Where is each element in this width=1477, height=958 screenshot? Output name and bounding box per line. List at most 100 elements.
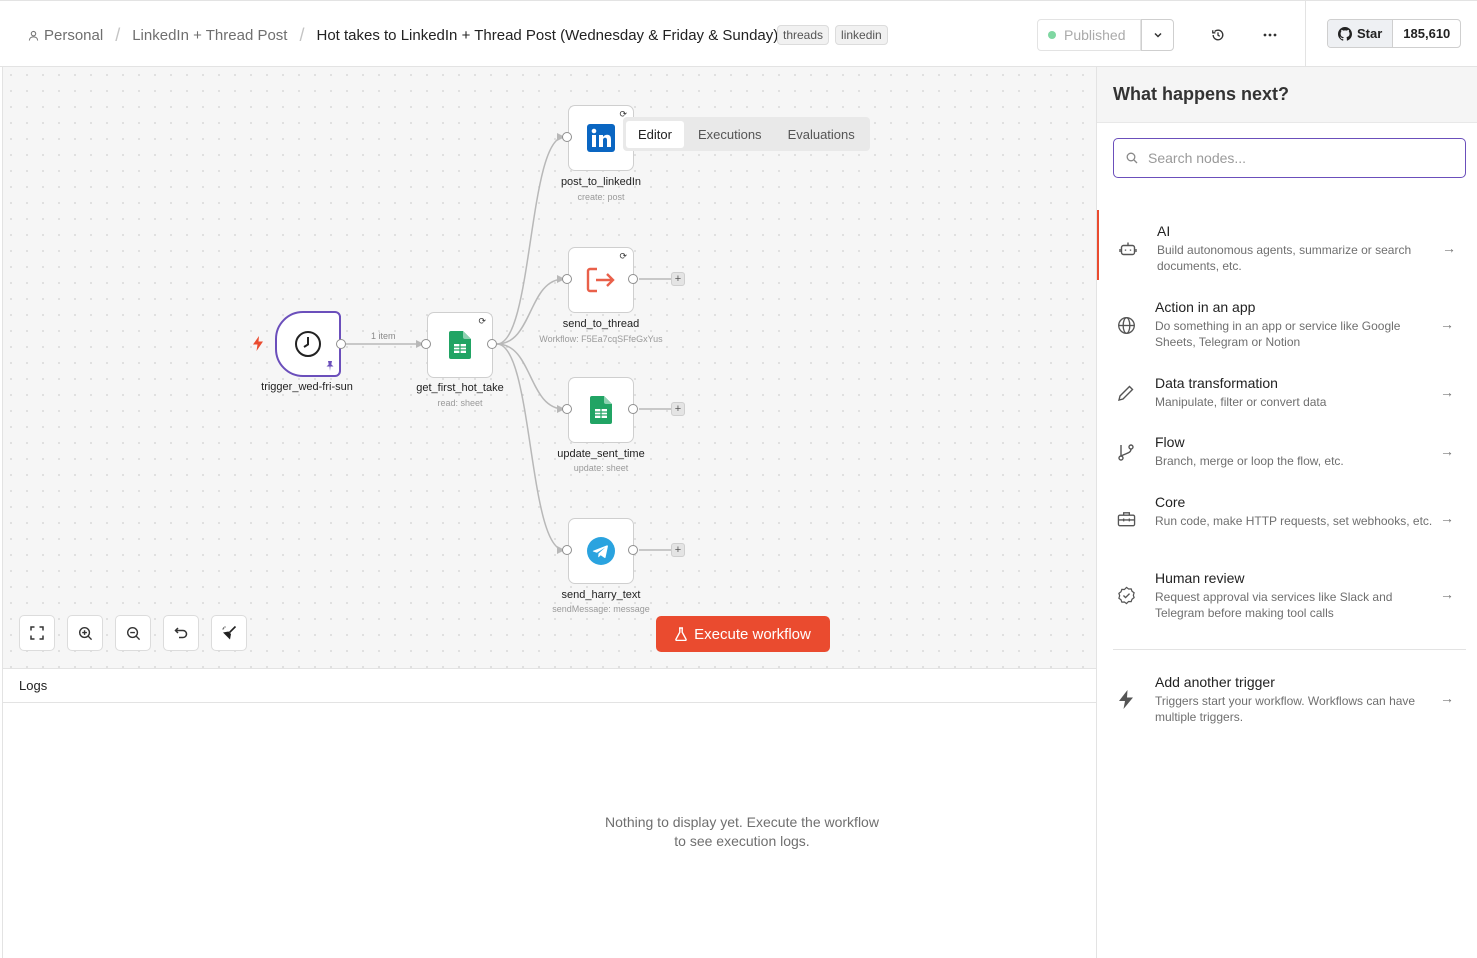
zoom-in-button[interactable]: [67, 615, 103, 651]
category-title: AI: [1157, 223, 1171, 239]
add-node-plus-button[interactable]: +: [671, 402, 685, 416]
google-sheets-icon: [590, 396, 612, 424]
refresh-icon: ⟳: [619, 251, 627, 261]
published-button[interactable]: Published: [1037, 19, 1141, 51]
category-action-in-app[interactable]: Action in an app Do something in an app …: [1097, 286, 1477, 356]
breadcrumb-personal[interactable]: Personal: [28, 27, 103, 44]
arrow-right-icon: →: [1440, 443, 1454, 459]
node-get-first-hot-take[interactable]: ⟳: [427, 312, 493, 378]
breadcrumb-separator: /: [299, 25, 305, 45]
toolbox-icon: [1115, 508, 1137, 530]
category-core[interactable]: Core Run code, make HTTP requests, set w…: [1097, 481, 1477, 551]
fullscreen-icon: [30, 626, 44, 640]
pen-icon: [1115, 382, 1137, 404]
logs-panel: Logs Nothing to display yet. Execute the…: [2, 668, 1097, 958]
workflow-title[interactable]: Hot takes to LinkedIn + Thread Post (Wed…: [316, 27, 778, 44]
flask-icon: [675, 627, 687, 641]
logs-divider: [3, 702, 1097, 703]
input-port[interactable]: [562, 274, 572, 284]
publish-dropdown-button[interactable]: [1141, 19, 1174, 51]
branch-icon: [1115, 441, 1137, 463]
input-port[interactable]: [562, 404, 572, 414]
output-port[interactable]: [628, 545, 638, 555]
undo-icon: [174, 627, 188, 639]
output-port[interactable]: [487, 339, 497, 349]
breadcrumb-separator: /: [115, 25, 121, 45]
category-ai[interactable]: AI Build autonomous agents, summarize or…: [1097, 210, 1477, 280]
category-human-review[interactable]: Human review Request approval via servic…: [1097, 557, 1477, 627]
tab-executions[interactable]: Executions: [686, 121, 774, 148]
breadcrumb-personal-label: Personal: [44, 27, 104, 44]
execute-workflow-button[interactable]: Execute workflow: [656, 616, 830, 652]
node-trigger[interactable]: [275, 311, 341, 377]
tab-editor[interactable]: Editor: [626, 120, 684, 148]
github-star-label: Star: [1357, 26, 1383, 41]
category-description: Manipulate, filter or convert data: [1155, 395, 1327, 409]
tidy-up-button[interactable]: [211, 615, 247, 651]
github-star-count: 185,610: [1403, 26, 1451, 41]
add-another-trigger[interactable]: Add another trigger Triggers start your …: [1097, 661, 1477, 731]
workflow-tags: threads linkedin: [777, 25, 888, 45]
robot-icon: [1117, 238, 1139, 260]
add-node-plus-button[interactable]: +: [671, 272, 685, 286]
check-badge-icon: [1115, 584, 1137, 606]
more-options-button[interactable]: [1258, 23, 1282, 47]
trigger-bolt-icon: [253, 336, 263, 351]
search-nodes-field[interactable]: [1113, 138, 1466, 178]
arrow-right-icon: →: [1440, 384, 1454, 400]
category-description: Request approval via services like Slack…: [1155, 590, 1393, 620]
execute-workflow-label: Execute workflow: [694, 625, 811, 643]
category-description: Run code, make HTTP requests, set webhoo…: [1155, 514, 1433, 528]
output-port[interactable]: [628, 404, 638, 414]
telegram-icon: [587, 537, 615, 565]
history-button[interactable]: [1206, 23, 1230, 47]
search-nodes-input[interactable]: [1148, 150, 1438, 166]
node-subtitle: sendMessage: message: [552, 604, 650, 614]
github-star-widget[interactable]: Star 185,610: [1327, 19, 1462, 48]
arrow-right-icon: →: [1440, 316, 1454, 332]
pin-icon: [326, 361, 334, 371]
input-port[interactable]: [421, 339, 431, 349]
node-send-to-thread[interactable]: ⟳: [568, 247, 634, 313]
chevron-down-icon: [1153, 32, 1162, 38]
undo-button[interactable]: [163, 615, 199, 651]
history-icon: [1212, 29, 1224, 41]
node-label: get_first_hot_take: [416, 382, 504, 394]
input-port[interactable]: [562, 132, 572, 142]
node-label: send_harry_text: [561, 589, 641, 601]
node-update-sent-time[interactable]: [568, 377, 634, 443]
github-icon: [1338, 26, 1352, 41]
logs-title[interactable]: Logs: [19, 678, 47, 693]
linkedin-icon: [587, 124, 615, 152]
zoom-out-icon: [126, 626, 140, 640]
breadcrumb-project[interactable]: LinkedIn + Thread Post: [132, 27, 287, 44]
arrow-right-icon: →: [1440, 690, 1454, 706]
tag-linkedin[interactable]: linkedin: [835, 25, 888, 45]
top-header: Personal / LinkedIn + Thread Post / Hot …: [0, 0, 1477, 68]
panel-header: What happens next?: [1097, 67, 1477, 123]
search-icon: [1126, 152, 1138, 164]
more-horizontal-icon: [1263, 33, 1277, 37]
fit-view-button[interactable]: [19, 615, 55, 651]
github-star-button[interactable]: Star: [1328, 20, 1394, 47]
node-subtitle: create: post: [577, 192, 625, 202]
add-node-plus-button[interactable]: +: [671, 543, 685, 557]
node-label: update_sent_time: [557, 448, 645, 460]
tag-threads[interactable]: threads: [777, 25, 830, 45]
node-creator-panel: What happens next? AI Build autonomous a…: [1096, 67, 1477, 958]
arrow-right-icon: →: [1442, 240, 1456, 256]
output-port[interactable]: [336, 339, 346, 349]
node-label: trigger_wed-fri-sun: [261, 381, 353, 393]
category-title: Action in an app: [1155, 299, 1256, 315]
tab-evaluations[interactable]: Evaluations: [776, 121, 867, 148]
output-port[interactable]: [628, 274, 638, 284]
execute-workflow-icon: [586, 267, 615, 293]
node-send-harry-text[interactable]: [568, 518, 634, 584]
input-port[interactable]: [562, 545, 572, 555]
published-status-dot: [1048, 31, 1056, 39]
globe-icon: [1115, 314, 1137, 336]
zoom-out-button[interactable]: [115, 615, 151, 651]
clock-icon: [295, 331, 321, 357]
workflow-canvas[interactable]: Editor Executions Evaluations 1 item tri…: [2, 67, 1096, 668]
node-label: post_to_linkedIn: [560, 176, 642, 188]
